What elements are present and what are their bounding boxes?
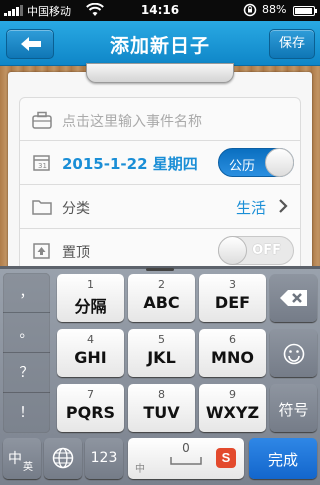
key-number: 2 xyxy=(158,278,165,291)
key-label: WXYZ xyxy=(205,403,260,422)
key-9[interactable]: 9 WXYZ xyxy=(199,384,266,432)
key-label: ABC xyxy=(143,293,180,312)
key-8[interactable]: 8 TUV xyxy=(128,384,195,432)
key-label: GHI xyxy=(74,348,107,367)
key-label: JKL xyxy=(147,348,176,367)
rotation-lock-icon xyxy=(243,3,257,17)
date-row[interactable]: 31 2015-1-22 星期四 公历 xyxy=(19,141,301,185)
lang-key-sub: 英 xyxy=(23,462,33,473)
exclamation-key[interactable]: ！ xyxy=(3,393,50,433)
key-3[interactable]: 3 DEF xyxy=(199,274,266,322)
key-4[interactable]: 4 GHI xyxy=(57,329,124,377)
save-button[interactable]: 保存 xyxy=(269,29,315,59)
emoji-key[interactable] xyxy=(270,329,317,377)
pin-toggle-label: OFF xyxy=(252,243,281,258)
category-label: 分类 xyxy=(62,201,90,217)
key-number: 5 xyxy=(158,333,165,346)
space-sub-label: 中 xyxy=(135,464,145,475)
date-value[interactable]: 2015-1-22 星期四 xyxy=(62,153,198,174)
key-1[interactable]: 1 分隔 xyxy=(57,274,124,322)
folder-icon xyxy=(32,200,52,215)
event-name-row[interactable]: 点击这里输入事件名称 xyxy=(19,97,301,141)
briefcase-icon xyxy=(32,111,52,129)
key-label: DEF xyxy=(214,293,251,312)
language-switch-key[interactable]: 中 英 xyxy=(3,438,41,479)
calendar-type-toggle[interactable]: 公历 xyxy=(218,148,294,177)
pin-label: 置顶 xyxy=(62,245,90,261)
svg-text:31: 31 xyxy=(38,162,47,170)
keyboard-grip xyxy=(146,268,174,271)
battery-percent: 88% xyxy=(262,3,287,16)
space-bar-icon xyxy=(170,457,202,465)
key-number: 6 xyxy=(229,333,236,346)
numbers-key[interactable]: 123 xyxy=(85,438,123,479)
clipboard-clip xyxy=(86,63,234,83)
key-number: 7 xyxy=(87,388,94,401)
question-key[interactable]: ？ xyxy=(3,353,50,393)
backspace-key[interactable] xyxy=(270,274,317,322)
globe-key[interactable] xyxy=(44,438,82,479)
key-number: 9 xyxy=(229,388,236,401)
pin-toggle[interactable]: OFF xyxy=(218,236,294,265)
battery-icon xyxy=(293,6,317,16)
done-key[interactable]: 完成 xyxy=(249,438,317,479)
key-number: 4 xyxy=(87,333,94,346)
category-row[interactable]: 分类 生活 xyxy=(19,185,301,229)
key-label: PQRS xyxy=(65,403,116,422)
key-number: 8 xyxy=(158,388,165,401)
calendar-type-label: 公历 xyxy=(229,159,256,174)
key-label: 分隔 xyxy=(74,297,107,316)
key-label: TUV xyxy=(143,403,180,422)
chevron-right-icon xyxy=(279,199,288,213)
symbol-key-label: 符号 xyxy=(278,401,309,419)
nav-bar: 添加新日子 保存 xyxy=(0,21,320,66)
numbers-key-label: 123 xyxy=(90,450,118,466)
space-key[interactable]: 0 中 S xyxy=(128,438,244,479)
period-key[interactable]: 。 xyxy=(3,313,50,353)
category-value[interactable]: 生活 xyxy=(236,197,266,218)
smiley-icon xyxy=(283,343,305,365)
backspace-icon xyxy=(280,290,307,306)
status-bar: 中国移动 14:16 88% xyxy=(0,0,320,21)
event-name-input[interactable]: 点击这里输入事件名称 xyxy=(62,111,202,131)
symbol-key[interactable]: 符号 xyxy=(270,384,317,432)
key-2[interactable]: 2 ABC xyxy=(128,274,195,322)
done-key-label: 完成 xyxy=(267,451,298,469)
key-number: 1 xyxy=(87,278,94,291)
lang-key-main: 中 xyxy=(8,451,22,467)
toggle-knob xyxy=(265,148,294,177)
toggle-knob xyxy=(218,236,247,265)
key-5[interactable]: 5 JKL xyxy=(128,329,195,377)
key-7[interactable]: 7 PQRS xyxy=(57,384,124,432)
key-label: MNO xyxy=(211,348,254,367)
key-6[interactable]: 6 MNO xyxy=(199,329,266,377)
calendar-icon: 31 xyxy=(33,155,50,171)
key-number: 3 xyxy=(229,278,236,291)
globe-icon xyxy=(52,447,74,469)
pin-top-icon xyxy=(33,243,50,259)
punctuation-column[interactable]: ， 。 ？ ！ xyxy=(3,273,50,433)
sogou-logo-icon: S xyxy=(216,448,236,468)
comma-key[interactable]: ， xyxy=(3,273,50,313)
